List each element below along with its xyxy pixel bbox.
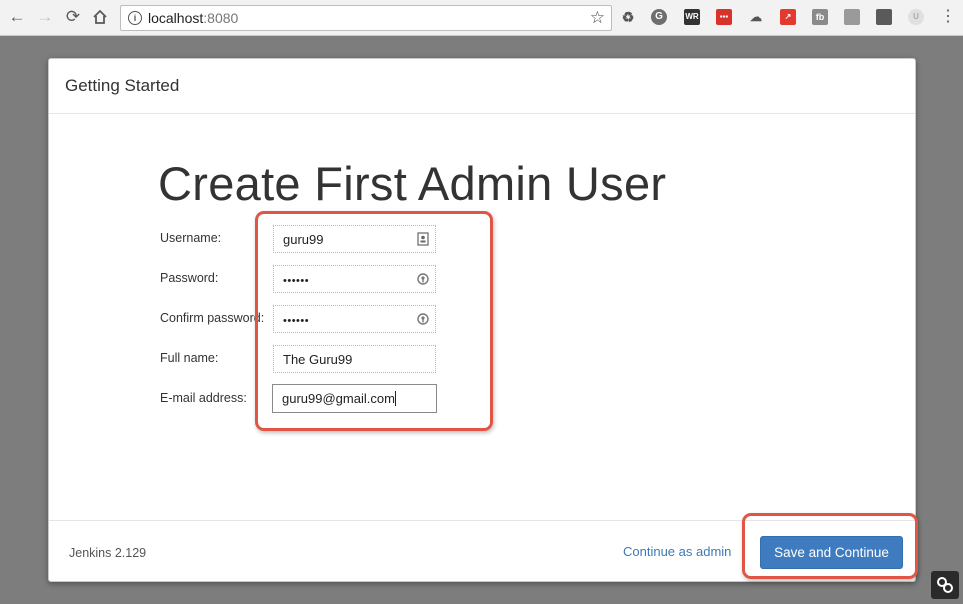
shield-extension-icon[interactable]: U xyxy=(908,9,924,25)
dialog-title: Getting Started xyxy=(65,76,180,95)
browser-menu-icon[interactable]: ⋮ xyxy=(940,8,956,26)
password-label: Password: xyxy=(160,271,219,285)
full-name-label: Full name: xyxy=(160,351,219,365)
folder-extension-icon[interactable] xyxy=(844,9,860,25)
fields-highlight-box xyxy=(255,211,493,431)
browser-toolbar: ← → ⟳ i localhost:8080 ☆ ♻ G WR ▪▪▪ ☁ ↗ … xyxy=(0,0,963,36)
continue-as-admin-link[interactable]: Continue as admin xyxy=(623,544,731,559)
setup-dialog: Getting Started Create First Admin User … xyxy=(48,58,916,582)
fb-extension-icon[interactable]: fb xyxy=(812,9,828,25)
address-bar[interactable]: i localhost:8080 ☆ xyxy=(120,5,612,31)
forward-arrow-icon[interactable]: → xyxy=(34,6,56,28)
page-heading: Create First Admin User xyxy=(158,157,667,210)
recycle-extension-icon[interactable]: ♻ xyxy=(620,9,636,25)
bookmark-star-icon[interactable]: ☆ xyxy=(590,8,605,28)
info-icon[interactable]: i xyxy=(128,11,142,25)
back-arrow-icon[interactable]: ← xyxy=(6,6,28,28)
grammarly-extension-icon[interactable]: G xyxy=(651,9,667,25)
reload-icon[interactable]: ⟳ xyxy=(62,6,84,28)
evernote-extension-icon[interactable] xyxy=(876,9,892,25)
cloud-extension-icon[interactable]: ☁ xyxy=(748,9,764,25)
wr-extension-icon[interactable]: WR xyxy=(684,9,700,25)
chart-extension-icon[interactable]: ↗ xyxy=(780,9,796,25)
version-label: Jenkins 2.129 xyxy=(69,546,147,560)
home-icon[interactable] xyxy=(89,6,111,28)
button-highlight-box xyxy=(742,513,918,579)
dialog-header: Getting Started xyxy=(49,59,915,114)
calendar-extension-icon[interactable]: ▪▪▪ xyxy=(716,9,732,25)
confirm-password-label: Confirm password: xyxy=(160,311,265,325)
email-label: E-mail address: xyxy=(160,391,247,405)
url-text: localhost:8080 xyxy=(148,10,239,26)
username-label: Username: xyxy=(160,231,222,245)
link-icon[interactable] xyxy=(931,571,959,599)
